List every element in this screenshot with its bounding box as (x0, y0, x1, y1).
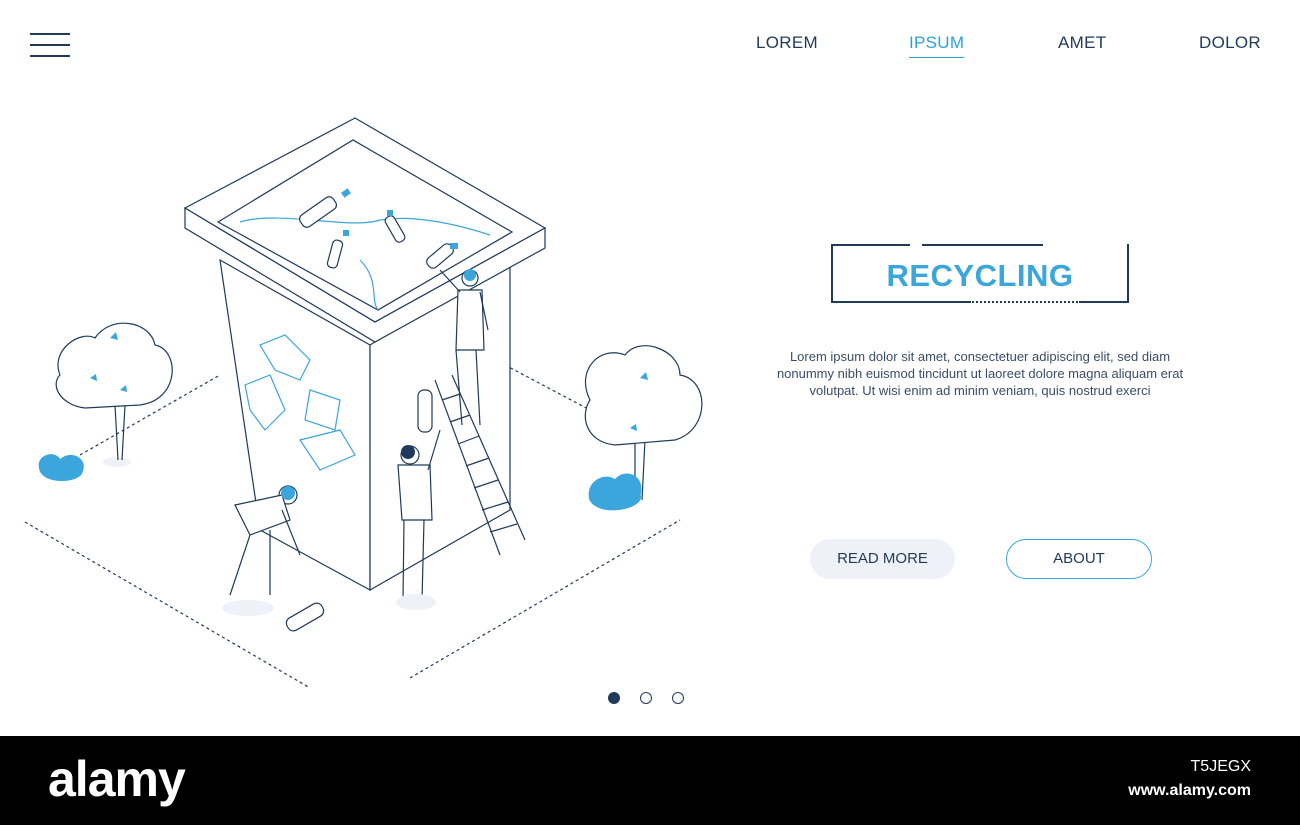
bush-right (588, 473, 642, 511)
title-box-gap (910, 243, 922, 247)
about-button[interactable]: ABOUT (1006, 539, 1152, 579)
image-id: T5JEGX (1190, 758, 1251, 775)
title-box-gap (1043, 243, 1127, 247)
top-navigation: LOREM IPSUM AMET DOLOR (0, 33, 1300, 63)
tree-right (584, 345, 703, 501)
landing-page: LOREM IPSUM AMET DOLOR RECYCLING Lorem i… (0, 0, 1300, 736)
watermark-url: www.alamy.com (1128, 782, 1251, 799)
read-more-button[interactable]: READ MORE (810, 539, 955, 579)
page-title: RECYCLING (886, 258, 1074, 293)
recycling-bin-illustration (24, 117, 703, 689)
tree-left (55, 322, 173, 461)
hero-description: Lorem ipsum dolor sit amet, consectetuer… (776, 349, 1184, 398)
slide-pagination (608, 692, 688, 706)
nav-item-lorem[interactable]: LOREM (756, 33, 818, 53)
title-box: RECYCLING (831, 243, 1129, 303)
watermark-bar: alamy T5JEGX www.alamy.com (0, 736, 1300, 825)
title-underline-dots (969, 299, 1081, 303)
nav-item-dolor[interactable]: DOLOR (1199, 33, 1261, 53)
bush-left (38, 454, 84, 481)
pagination-dot[interactable] (672, 692, 684, 704)
nav-item-ipsum[interactable]: IPSUM (909, 33, 965, 58)
nav-item-amet[interactable]: AMET (1058, 33, 1106, 53)
pagination-dot[interactable] (640, 692, 652, 704)
alamy-logo: alamy (48, 751, 186, 807)
pagination-dot-active[interactable] (608, 692, 620, 704)
